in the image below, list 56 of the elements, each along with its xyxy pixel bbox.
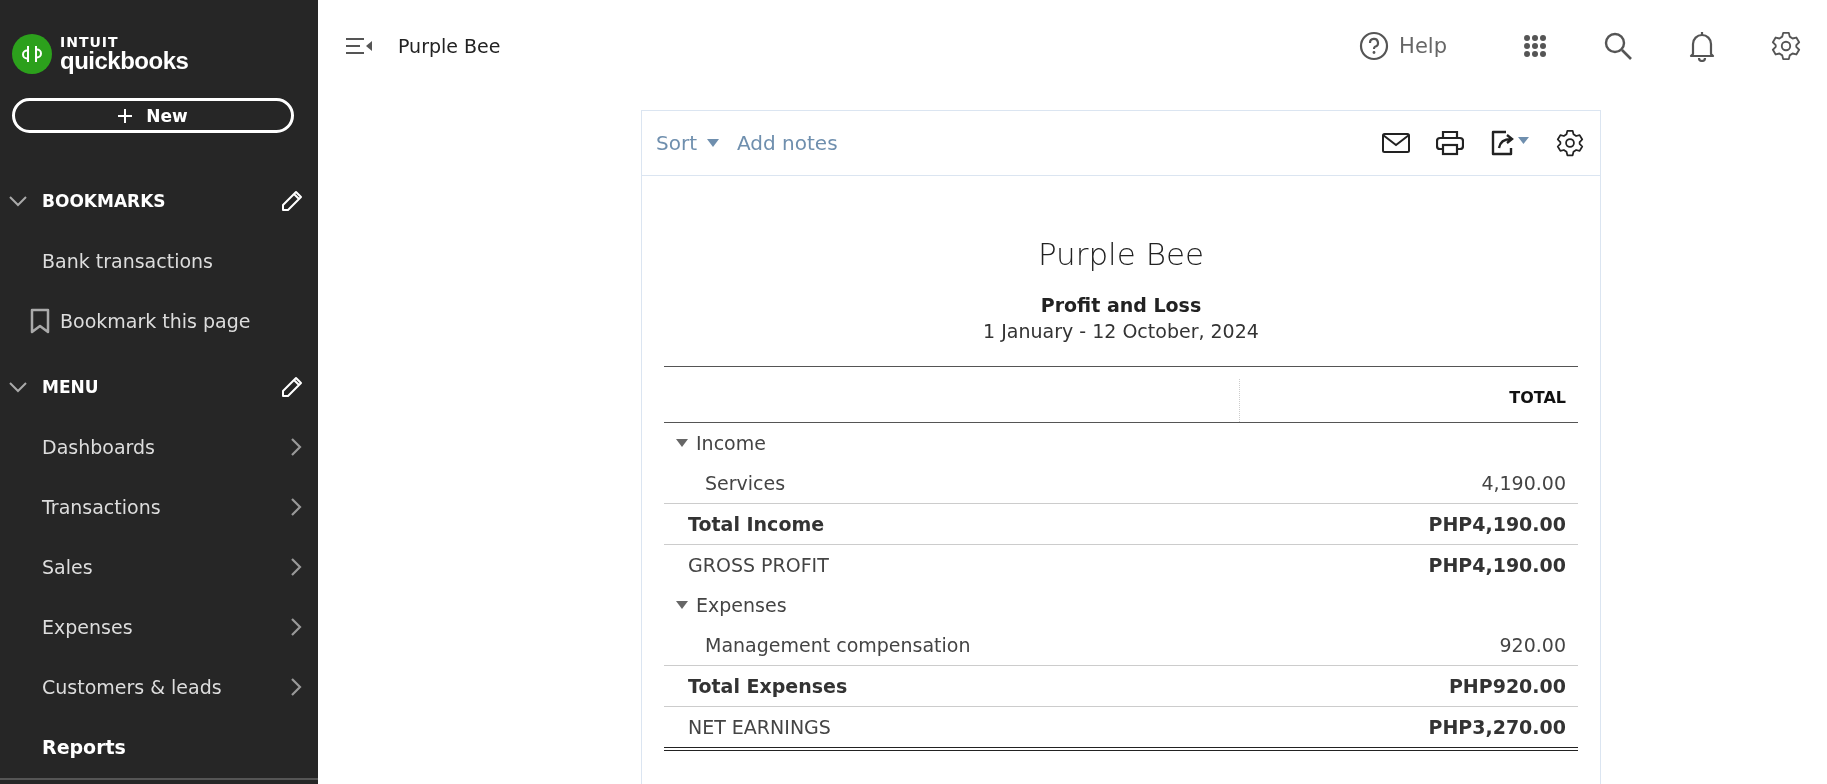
company-name: Purple Bee bbox=[398, 35, 501, 57]
nav-item[interactable]: Bank transactions bbox=[0, 231, 318, 291]
chevron-right-icon bbox=[290, 557, 302, 577]
settings-icon[interactable] bbox=[1556, 129, 1584, 157]
apps-grid-icon[interactable] bbox=[1523, 34, 1547, 58]
amount-cell: 920.00 bbox=[1499, 634, 1566, 656]
settings-icon[interactable] bbox=[1771, 31, 1801, 61]
amount-cell: PHP4,190.00 bbox=[1428, 513, 1566, 535]
pencil-icon[interactable] bbox=[280, 189, 304, 213]
nav-item[interactable]: Expenses bbox=[0, 597, 318, 657]
report-company-name: Purple Bee bbox=[1036, 236, 1206, 272]
notification-bell-icon[interactable] bbox=[1689, 30, 1715, 62]
row-label: Total Income bbox=[688, 513, 825, 535]
pencil-icon[interactable] bbox=[280, 375, 304, 399]
chevron-right-icon bbox=[290, 617, 302, 637]
nav-item[interactable]: Sales bbox=[0, 537, 318, 597]
row-label: Expenses bbox=[696, 594, 787, 616]
row-label: Services bbox=[705, 472, 786, 494]
new-button[interactable]: New bbox=[12, 98, 294, 133]
amount-cell: PHP920.00 bbox=[1448, 675, 1566, 697]
help-icon bbox=[1359, 31, 1390, 61]
row-label: GROSS PROFIT bbox=[688, 554, 829, 576]
quickbooks-logo-icon bbox=[12, 34, 52, 74]
brand-wordmark-small: INTUIT bbox=[60, 35, 120, 49]
brand-wordmark: quickbooks bbox=[60, 49, 189, 73]
search-icon[interactable] bbox=[1603, 31, 1633, 61]
help-button[interactable]: Help bbox=[1359, 31, 1447, 61]
print-icon[interactable] bbox=[1436, 130, 1464, 156]
section-title: MENU bbox=[42, 377, 100, 397]
chevron-right-icon bbox=[290, 677, 302, 697]
report-period: 1 January - 12 October, 2024 bbox=[982, 320, 1260, 342]
amount-cell: PHP3,270.00 bbox=[1428, 716, 1566, 738]
row-label: Income bbox=[696, 432, 766, 454]
row-label: Management compensation bbox=[705, 634, 971, 656]
nav-item[interactable]: Bookmark this page bbox=[0, 291, 318, 351]
bookmark-icon bbox=[30, 308, 50, 334]
plus-icon bbox=[118, 108, 133, 123]
column-header: TOTAL bbox=[1508, 387, 1567, 407]
chevron-right-icon bbox=[290, 437, 302, 457]
chevron-right-icon bbox=[290, 497, 302, 517]
caret-icon bbox=[707, 139, 719, 147]
row-label: Total Expenses bbox=[688, 675, 848, 697]
menu-collapse-icon[interactable] bbox=[346, 37, 372, 55]
nav-item[interactable]: Dashboards bbox=[0, 417, 318, 477]
row-label: NET EARNINGS bbox=[688, 716, 831, 738]
amount-cell: PHP4,190.00 bbox=[1428, 554, 1566, 576]
collapse-triangle-icon[interactable] bbox=[676, 439, 688, 447]
nav-item[interactable]: Reports bbox=[0, 717, 318, 777]
report-title: Profit and Loss bbox=[1039, 294, 1203, 316]
email-icon[interactable] bbox=[1382, 133, 1410, 153]
nav-item[interactable]: Customers & leads bbox=[0, 657, 318, 717]
section-title: BOOKMARKS bbox=[42, 191, 167, 211]
export-icon[interactable] bbox=[1490, 129, 1530, 157]
collapse-triangle-icon[interactable] bbox=[676, 601, 688, 609]
amount-cell: 4,190.00 bbox=[1481, 472, 1566, 494]
nav-item[interactable]: Transactions bbox=[0, 477, 318, 537]
